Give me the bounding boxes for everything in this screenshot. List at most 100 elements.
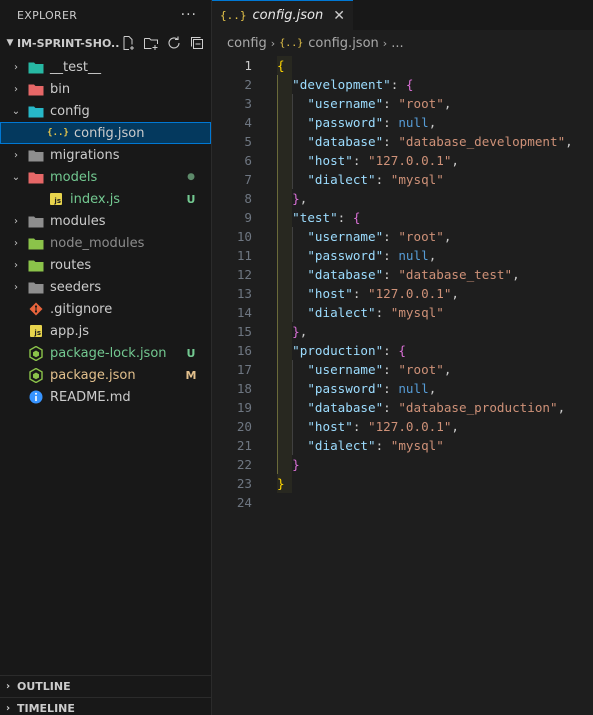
code-text: "database": "database_test", xyxy=(277,267,520,282)
code-line: 23} xyxy=(212,474,593,493)
code-text: } xyxy=(277,457,300,472)
code-token: "database_production" xyxy=(398,400,558,415)
code-line: 19 "database": "database_production", xyxy=(212,398,593,417)
code-token: "password" xyxy=(307,115,384,130)
code-token: : xyxy=(383,248,399,263)
more-actions-icon[interactable]: ··· xyxy=(181,7,197,23)
tree-item-label: __test__ xyxy=(50,59,101,75)
chevron-right-icon: › xyxy=(5,681,11,692)
collapse-all-icon[interactable] xyxy=(188,35,205,52)
code-line: 2 "development": { xyxy=(212,75,593,94)
code-editor[interactable]: 1{2 "development": {3 "username": "root"… xyxy=(212,56,593,512)
chevron-right-icon: › xyxy=(270,36,276,50)
code-token: "host" xyxy=(307,419,353,434)
tree-item-label: routes xyxy=(50,257,92,273)
code-token: { xyxy=(277,58,285,73)
code-text: "host": "127.0.0.1", xyxy=(277,286,459,301)
bin-folder-icon xyxy=(28,81,44,97)
tree-file-item[interactable]: .gitignore xyxy=(0,298,211,320)
close-icon[interactable]: ✕ xyxy=(333,8,345,24)
code-token: , xyxy=(512,267,520,282)
code-token: "127.0.0.1" xyxy=(368,419,452,434)
timeline-panel-header[interactable]: › TIMELINE xyxy=(0,697,211,715)
code-line: 4 "password": null, xyxy=(212,113,593,132)
line-number: 17 xyxy=(236,362,252,377)
tree-item-label: package-lock.json xyxy=(50,345,167,361)
code-token: "mysql" xyxy=(390,305,444,320)
chevron-right-icon: › xyxy=(14,215,18,227)
code-line: 22 } xyxy=(212,455,593,474)
file-tree: › __test__ › bin ⌄ config {..} config.json › migr… xyxy=(0,56,211,408)
code-token: : xyxy=(383,134,399,149)
tree-file-item[interactable]: {..} config.json xyxy=(0,122,211,144)
indent-guide xyxy=(277,75,278,474)
code-token: "root" xyxy=(398,362,444,377)
code-text: "password": null, xyxy=(277,381,436,396)
chevron-down-icon[interactable]: ▼ xyxy=(3,38,17,48)
new-file-icon[interactable] xyxy=(119,35,136,52)
code-text: "database": "database_development", xyxy=(277,134,573,149)
code-line: 9 "test": { xyxy=(212,208,593,227)
tree-file-item[interactable]: README.md xyxy=(0,386,211,408)
code-token: "username" xyxy=(307,96,384,111)
code-line: 16 "production": { xyxy=(212,341,593,360)
workspace-folder-header[interactable]: ▼ IM-SPRINT-SHO... xyxy=(0,30,211,56)
code-token: , xyxy=(451,419,460,434)
code-token: "username" xyxy=(307,229,384,244)
tab-label: config.json xyxy=(252,8,324,23)
line-number: 8 xyxy=(244,191,252,206)
code-token: : xyxy=(337,210,353,225)
code-token: : xyxy=(383,267,399,282)
line-number: 13 xyxy=(236,286,252,301)
tree-item-label: models xyxy=(50,169,98,185)
tree-folder-item[interactable]: › migrations xyxy=(0,144,211,166)
tree-folder-item[interactable]: › routes xyxy=(0,254,211,276)
tree-folder-item[interactable]: ⌄ models ● xyxy=(0,166,211,188)
breadcrumb-symbols[interactable]: ... xyxy=(391,36,403,51)
indent-guide xyxy=(292,227,294,322)
breadcrumb-config-json[interactable]: config.json xyxy=(308,36,379,51)
code-token: , xyxy=(299,191,308,206)
code-token: } xyxy=(277,476,285,491)
code-token: : xyxy=(352,419,369,434)
code-token: "database" xyxy=(307,267,384,282)
outline-panel-header[interactable]: › OUTLINE xyxy=(0,675,211,697)
code-token: "host" xyxy=(307,153,353,168)
breadcrumb-config[interactable]: config xyxy=(227,36,267,51)
code-text: { xyxy=(277,58,285,73)
chevron-right-icon: › xyxy=(14,149,18,161)
tree-file-item[interactable]: package-lock.json U xyxy=(0,342,211,364)
timeline-label: TIMELINE xyxy=(17,702,75,715)
line-number: 7 xyxy=(244,172,252,187)
tree-folder-item[interactable]: ⌄ config xyxy=(0,100,211,122)
code-token: "host" xyxy=(307,286,353,301)
tree-file-item[interactable]: js app.js xyxy=(0,320,211,342)
git-icon xyxy=(28,301,44,317)
line-number: 6 xyxy=(244,153,252,168)
tree-folder-item[interactable]: › __test__ xyxy=(0,56,211,78)
code-token: , xyxy=(428,248,437,263)
code-text: "database": "database_production", xyxy=(277,400,565,415)
code-token: , xyxy=(565,134,573,149)
tree-file-item[interactable]: package.json M xyxy=(0,364,211,386)
code-token: } xyxy=(292,324,300,339)
workspace-folder-name[interactable]: IM-SPRINT-SHO... xyxy=(17,37,119,50)
tab-config-json[interactable]: {..} config.json ✕ xyxy=(212,0,353,30)
tree-file-item[interactable]: js index.js U xyxy=(0,188,211,210)
test-folder-icon xyxy=(28,59,44,75)
line-number: 15 xyxy=(236,324,252,339)
node-folder-icon xyxy=(28,235,44,251)
tree-folder-item[interactable]: › node_modules xyxy=(0,232,211,254)
tree-folder-item[interactable]: › bin xyxy=(0,78,211,100)
tree-folder-item[interactable]: › modules xyxy=(0,210,211,232)
refresh-icon[interactable] xyxy=(165,35,182,52)
breadcrumb: config › {..} config.json › ... xyxy=(212,30,593,56)
tree-folder-item[interactable]: › seeders xyxy=(0,276,211,298)
code-text: "username": "root", xyxy=(277,229,451,244)
js-icon: js xyxy=(28,323,44,339)
code-token: { xyxy=(398,343,406,358)
code-text: }, xyxy=(277,191,307,206)
tree-item-label: index.js xyxy=(70,191,121,207)
new-folder-icon[interactable] xyxy=(142,35,159,52)
